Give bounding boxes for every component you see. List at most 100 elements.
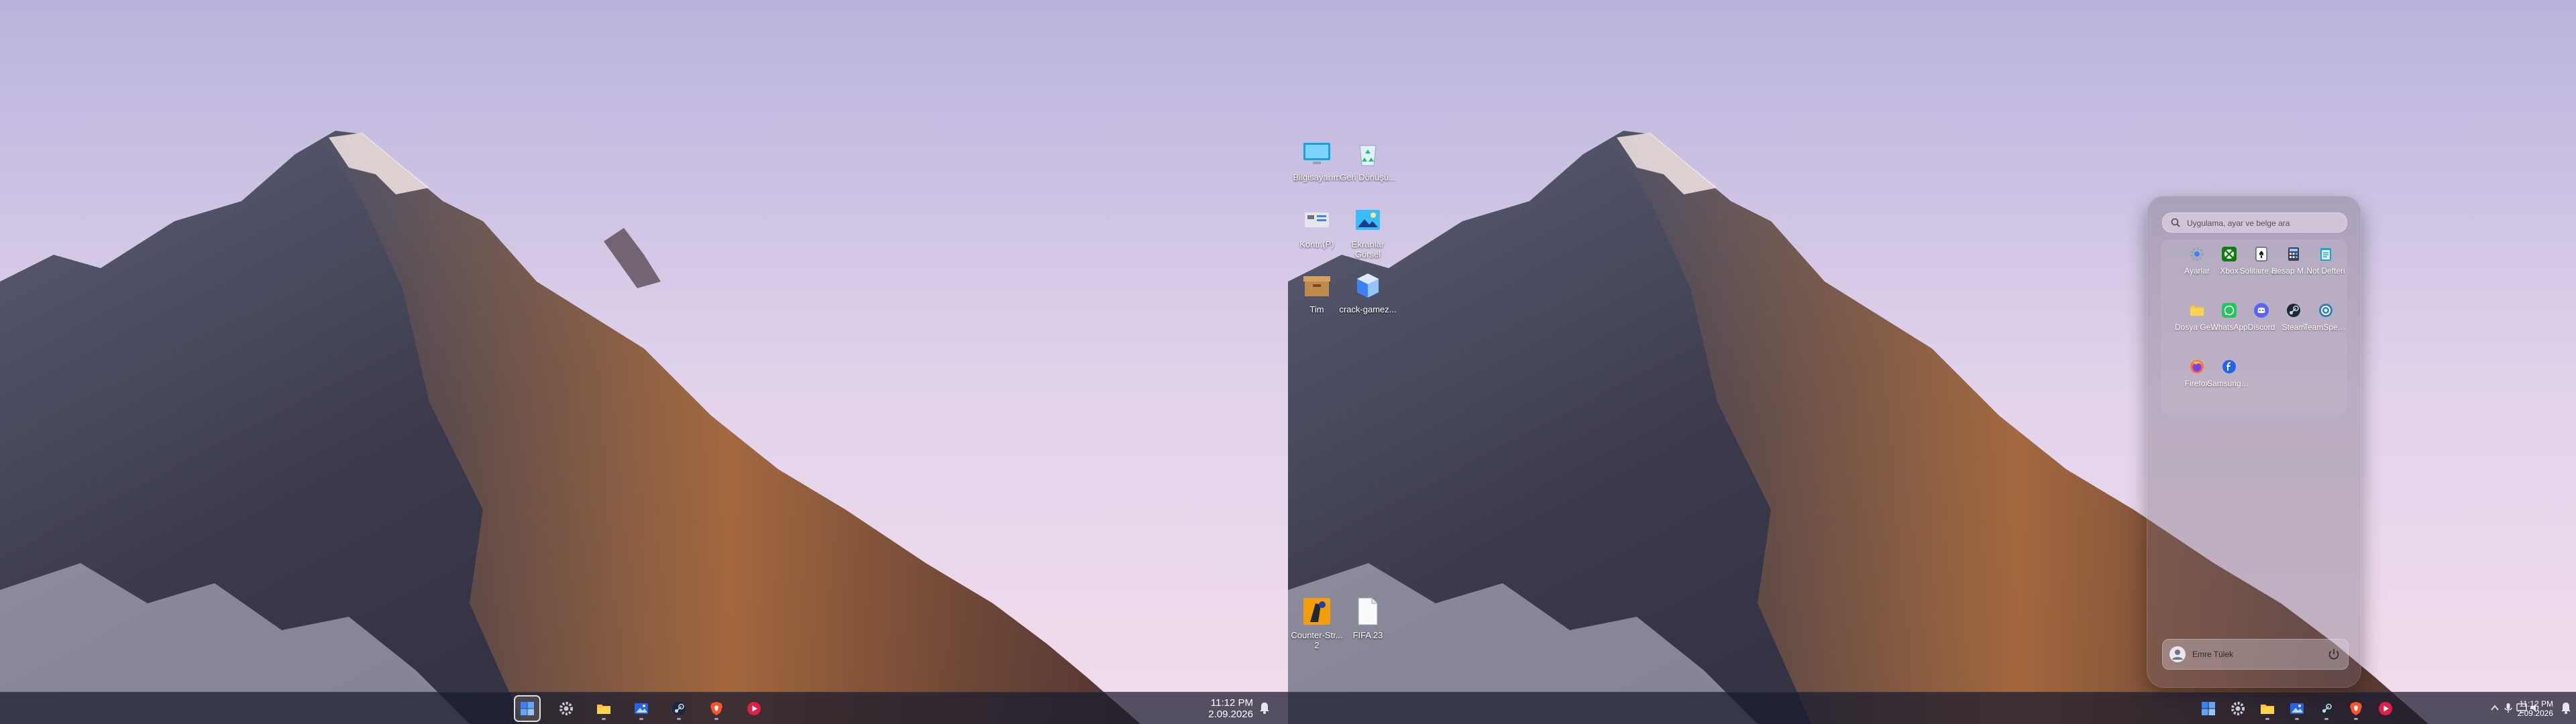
running-indicator [602,718,606,720]
desktop-icon-label: Geri Dönüşü... [1340,172,1396,182]
app-label: Samsung Flow [2207,379,2251,388]
brave-icon [2350,702,2362,715]
file-explorer-taskbar-button[interactable] [592,697,616,721]
start-footer: Emre Tülek [2162,639,2349,670]
document-icon [1358,597,1378,625]
start-search-box[interactable] [2162,213,2347,233]
photos-taskbar-button[interactable] [2285,697,2309,721]
running-indicator [639,718,643,720]
microphone-button[interactable] [2501,701,2516,715]
app-label: Not Defteri [2306,266,2345,276]
running-indicator [2354,718,2358,720]
desktop-icon-label: Counter-Str... 2 [1291,630,1343,650]
clock-date: 2.09.2026 [1208,709,1253,720]
desktop-icon-this-pc[interactable]: Bilgisayarım [1288,137,1346,182]
taskbar-clock[interactable]: 11:12 PM 2.09.2026 [2518,699,2553,718]
steam-icon [672,702,686,715]
taskbar: 11:12 PM 2.09.2026 [0,692,1288,724]
running-indicator [2324,718,2328,720]
show-hidden-icons-button[interactable] [2487,701,2502,715]
samsung-flow-icon [2222,360,2236,373]
brave-taskbar-button[interactable] [704,697,729,721]
desktop-icon-crack-gamez[interactable]: crack-gamez... [1339,269,1397,314]
photos-icon [2290,703,2304,714]
desktop-icon-label: Tim [1309,304,1324,314]
power-button[interactable] [2326,647,2341,662]
media-player-taskbar-button[interactable] [2373,697,2398,721]
chevron-up-icon [2491,705,2499,711]
steam-icon [2287,304,2300,317]
user-icon [2172,650,2183,660]
start-button[interactable] [514,695,541,722]
desktop-icon-fifa[interactable]: FIFA 23 [1339,595,1397,640]
media-player-taskbar-button[interactable] [742,697,766,721]
app-label: TeamSpeak 3... [2304,322,2348,332]
desktop-icon-control-panel[interactable]: Kontr.(P) [1288,204,1346,249]
folder-icon [2261,705,2274,714]
steam-taskbar-button[interactable] [667,697,691,721]
running-indicator [714,718,718,720]
gear-icon [2231,702,2245,715]
pinned-apps-grid: Ayarlar Xbox Solitaire &... Hesap Makine… [2161,239,2348,415]
brave-taskbar-button[interactable] [2344,697,2368,721]
brave-icon [710,702,722,715]
notification-bell-icon [2561,703,2571,714]
running-indicator [2295,718,2299,720]
game-icon [1303,598,1330,625]
running-indicator [677,718,681,720]
desktop-icon-recycle-bin[interactable]: Geri Dönüşü... [1339,137,1397,182]
calculator-icon [2288,247,2299,261]
user-name[interactable]: Emre Tülek [2192,650,2233,659]
folder-icon [2190,306,2204,316]
settings-taskbar-button[interactable] [2226,697,2250,721]
gear-icon [559,702,573,715]
desktop-icon-label: FIFA 23 [1352,630,1383,640]
media-player-icon [747,702,761,715]
media-player-icon [2379,702,2392,715]
photos-icon [635,703,648,714]
cube-icon [1357,274,1379,298]
photos-taskbar-button[interactable] [629,697,653,721]
file-explorer-taskbar-button[interactable] [2255,697,2279,721]
firefox-icon [2190,360,2204,373]
teamspeak-icon [2319,304,2332,317]
steam-taskbar-button[interactable] [2314,697,2339,721]
search-icon [2171,218,2180,227]
notification-button[interactable] [1257,701,1272,715]
clock-time: 11:12 PM [2519,699,2553,709]
desktop-icon-counter-strike[interactable]: Counter-Str... 2 [1288,595,1346,650]
whatsapp-icon [2222,303,2237,318]
monitor-icon [1303,143,1330,164]
running-indicator [2265,718,2269,720]
start-menu: Ayarlar Xbox Solitaire &... Hesap Makine… [2147,196,2361,688]
desktop-icon-label: crack-gamez... [1339,304,1397,314]
folder-icon [597,705,610,714]
left-monitor: 11:12 PM 2.09.2026 [0,0,1288,724]
search-input[interactable] [2186,216,2339,231]
settings-taskbar-button[interactable] [554,697,578,721]
desktop-icon-screenshots[interactable]: Ekranlar Görsel [1339,204,1397,259]
power-icon [2328,649,2339,660]
app-samsung-flow[interactable]: Samsung Flow [2207,352,2251,399]
gear-icon [2190,247,2204,261]
user-avatar[interactable] [2169,646,2186,662]
xbox-icon [2222,247,2237,261]
app-teamspeak[interactable]: TeamSpeak 3... [2304,296,2348,343]
start-button[interactable] [2196,697,2220,721]
clock-time: 11:12 PM [1210,697,1253,709]
microphone-icon [2504,703,2512,713]
mountain-wallpaper [0,0,1288,724]
taskbar-clock[interactable]: 11:12 PM 2.09.2026 [1208,697,1253,720]
notification-bell-icon [1260,703,1269,714]
desktop-icon-label: Bilgisayarım [1293,172,1341,182]
steam-icon [2320,702,2333,715]
mountain-wallpaper [1288,0,2576,724]
desktop-icon-tim[interactable]: Tim [1288,269,1346,314]
app-notepad[interactable]: Not Defteri [2304,239,2348,286]
clock-date: 2.09.2026 [2517,709,2553,718]
notepad-icon [2320,248,2331,261]
recycle-bin-icon [1359,145,1377,166]
archive-box-icon [1303,276,1330,296]
notification-button[interactable] [2559,701,2573,715]
solitaire-icon [2255,247,2267,261]
